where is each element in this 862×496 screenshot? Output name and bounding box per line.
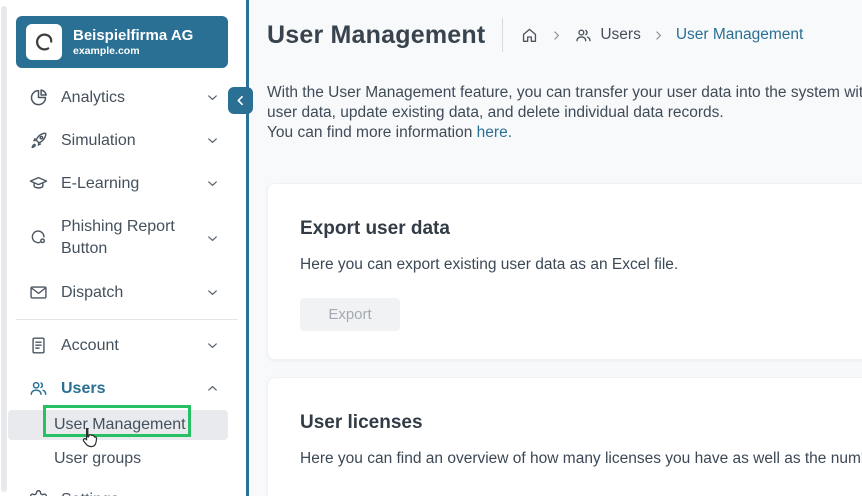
sidebar-collapse-button[interactable] bbox=[228, 87, 253, 114]
chevron-down-icon bbox=[205, 338, 220, 353]
sidebar-item-settings[interactable]: Settings bbox=[8, 478, 246, 496]
document-icon bbox=[28, 335, 49, 356]
card-description: Here you can export existing user data a… bbox=[300, 256, 862, 274]
sidebar-item-elearning[interactable]: E-Learning bbox=[8, 162, 246, 205]
chevron-down-icon bbox=[205, 133, 220, 148]
chevron-down-icon bbox=[205, 285, 220, 300]
chevron-right-icon bbox=[550, 29, 563, 42]
graduation-cap-icon bbox=[28, 173, 49, 194]
envelope-icon bbox=[28, 282, 49, 303]
breadcrumb-users[interactable]: Users bbox=[574, 26, 640, 45]
sidebar-item-phishing-report-button[interactable]: Phishing Report Button bbox=[8, 205, 246, 271]
brand-logo-icon bbox=[26, 24, 62, 60]
brand-name: Beispielfirma AG bbox=[73, 27, 193, 45]
export-button[interactable]: Export bbox=[300, 298, 400, 331]
sidebar-item-users[interactable]: Users bbox=[8, 367, 246, 410]
card-description: Here you can find an overview of how man… bbox=[300, 450, 862, 468]
chevron-up-icon bbox=[205, 381, 220, 396]
user-licenses-card: User licenses Here you can find an overv… bbox=[267, 377, 862, 496]
users-icon bbox=[28, 378, 49, 399]
sidebar-nav: Analytics Simulation bbox=[8, 76, 246, 496]
pie-chart-icon bbox=[28, 87, 49, 108]
rocket-icon bbox=[28, 130, 49, 151]
chevron-down-icon bbox=[205, 492, 220, 496]
chevron-down-icon bbox=[205, 231, 220, 246]
export-user-data-card: Export user data Here you can export exi… bbox=[267, 183, 862, 360]
intro-line-2: user data, update existing data, and del… bbox=[267, 103, 862, 123]
more-information-link[interactable]: here. bbox=[477, 124, 512, 141]
page-header: User Management bbox=[267, 17, 803, 53]
sidebar-divider bbox=[16, 319, 238, 320]
sidebar-subitem-user-groups[interactable]: User groups bbox=[8, 444, 246, 474]
users-icon bbox=[574, 26, 593, 45]
gear-icon bbox=[28, 489, 49, 496]
card-title: User licenses bbox=[300, 412, 862, 434]
scrollbar-thumb[interactable] bbox=[1, 6, 7, 492]
sidebar-item-account[interactable]: Account bbox=[8, 324, 246, 367]
chevron-right-icon bbox=[652, 29, 665, 42]
sidebar-item-simulation[interactable]: Simulation bbox=[8, 119, 246, 162]
phishing-hook-icon bbox=[28, 228, 49, 249]
brand-domain: example.com bbox=[73, 45, 193, 58]
header-divider bbox=[502, 18, 503, 52]
sidebar-scrollbar[interactable] bbox=[0, 0, 8, 496]
app-root: Beispielfirma AG example.com Analytics bbox=[0, 0, 862, 496]
sidebar: Beispielfirma AG example.com Analytics bbox=[0, 0, 246, 496]
sidebar-item-dispatch[interactable]: Dispatch bbox=[8, 271, 246, 314]
intro-line-1: With the User Management feature, you ca… bbox=[267, 83, 862, 103]
sidebar-subitem-user-management[interactable]: User Management bbox=[8, 410, 228, 440]
chevron-down-icon bbox=[205, 176, 220, 191]
chevron-down-icon bbox=[205, 90, 220, 105]
card-title: Export user data bbox=[300, 218, 862, 240]
breadcrumb: Users User Management bbox=[520, 26, 803, 45]
intro-line-3: You can find more information here. bbox=[267, 123, 862, 143]
intro-text: With the User Management feature, you ca… bbox=[267, 83, 862, 143]
main-content: User Management bbox=[249, 0, 862, 496]
brand-card[interactable]: Beispielfirma AG example.com bbox=[16, 16, 228, 68]
breadcrumb-current: User Management bbox=[676, 26, 804, 44]
page-title: User Management bbox=[267, 21, 485, 50]
sidebar-item-analytics[interactable]: Analytics bbox=[8, 76, 246, 119]
home-icon[interactable] bbox=[520, 26, 539, 45]
